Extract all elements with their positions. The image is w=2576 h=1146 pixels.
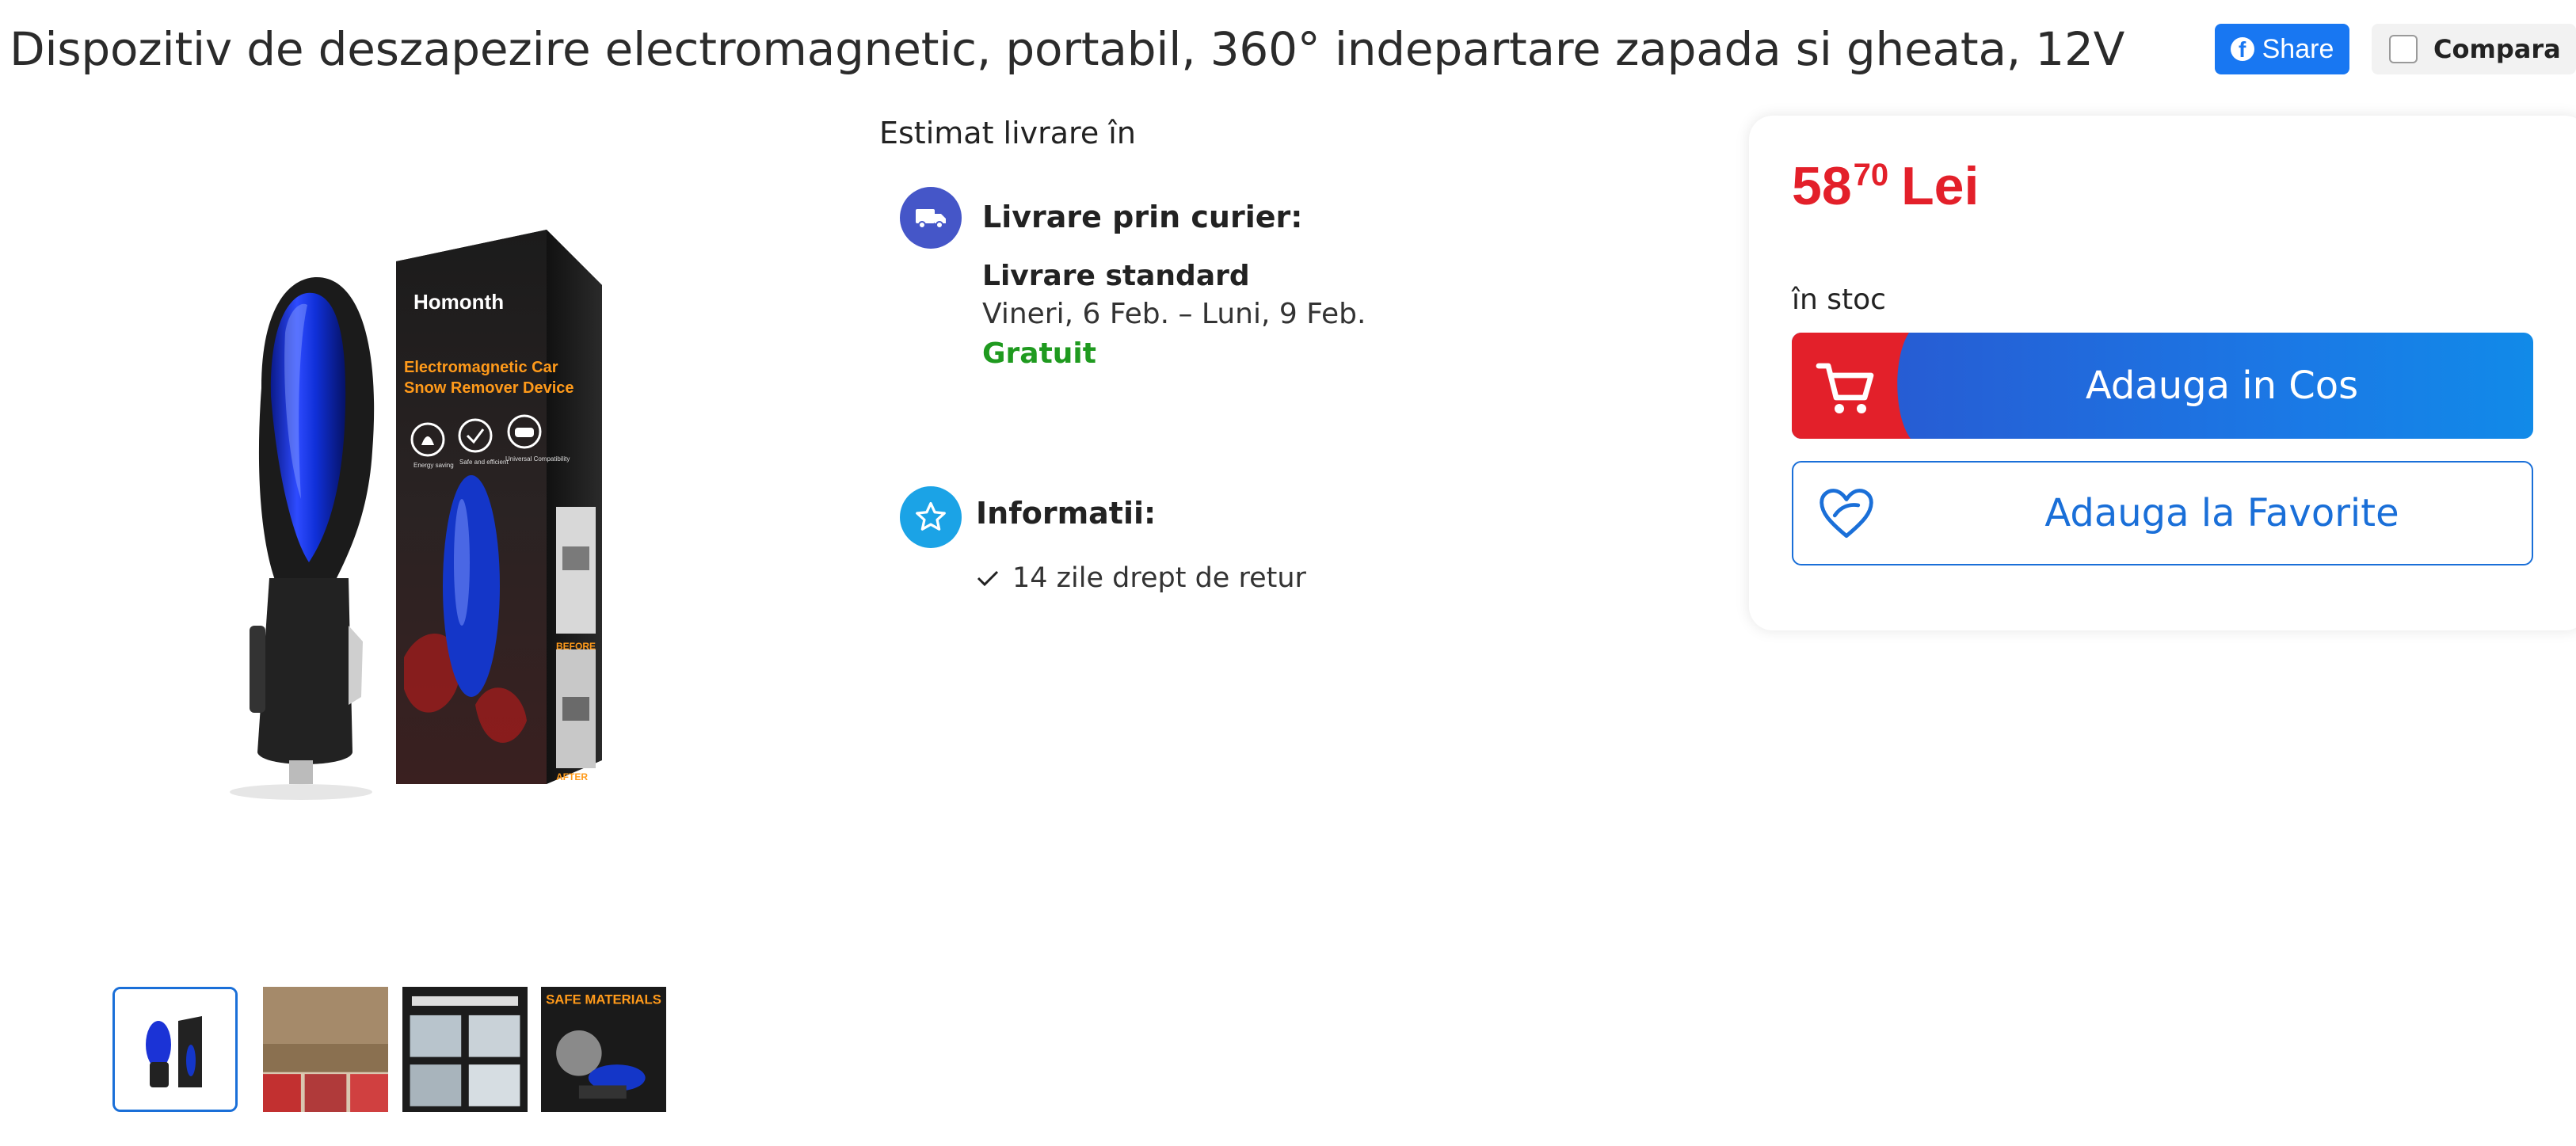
standard-delivery-price: Gratuit [982, 337, 1096, 370]
compare-label: Compara [2433, 34, 2561, 64]
standard-delivery-dates: Vineri, 6 Feb. – Luni, 9 Feb. [982, 298, 1366, 330]
courier-delivery-label: Livrare prin curier: [982, 200, 1303, 234]
box-feature-3: Universal Compatibility [505, 455, 570, 463]
return-policy-row: 14 zile drept de retur [976, 562, 1306, 594]
add-to-cart-button[interactable]: Adauga in Cos [1792, 333, 2533, 439]
delivery-estimate-heading: Estimat livrare în [879, 116, 1136, 150]
thumbnail-4-caption: SAFE MATERIALS [546, 992, 661, 1007]
thumbnail-4-image: SAFE MATERIALS [541, 987, 666, 1112]
product-main-image[interactable]: Homonth Electromagnetic Car Snow Remover… [214, 214, 689, 832]
price-currency: Lei [1901, 156, 1980, 216]
heart-icon [1820, 489, 1873, 539]
price-decimals: 70 [1853, 158, 1889, 192]
star-icon [900, 486, 962, 548]
checkbox-icon[interactable] [2389, 35, 2418, 63]
return-policy-text: 14 zile drept de retur [1012, 562, 1306, 594]
product-price: 5870 Lei [1792, 155, 1979, 217]
thumbnail-3[interactable] [402, 987, 528, 1112]
thumbnail-4[interactable]: SAFE MATERIALS [541, 987, 666, 1112]
stock-status: în stoc [1792, 284, 1886, 316]
cart-icon [1816, 363, 1874, 413]
add-to-favorites-label: Adauga la Favorite [2044, 491, 2399, 535]
truck-icon [900, 187, 962, 249]
thumbnail-1[interactable] [112, 987, 238, 1112]
thumbnail-2[interactable] [263, 987, 388, 1112]
thumbnail-2-image [263, 987, 388, 1112]
add-to-cart-label: Adauga in Cos [2085, 364, 2359, 408]
info-label: Informatii: [976, 496, 1157, 531]
price-integer: 58 [1792, 156, 1852, 216]
thumbnail-1-image [115, 989, 235, 1110]
box-title-line1: Electromagnetic Car [404, 359, 558, 376]
box-after-label: AFTER [556, 771, 588, 782]
box-feature-1: Energy saving [413, 462, 454, 469]
standard-delivery-label: Livrare standard [982, 260, 1250, 292]
facebook-icon: f [2230, 37, 2254, 61]
box-feature-2: Safe and efficient [459, 459, 509, 466]
thumbnail-3-image [402, 987, 528, 1112]
compare-toggle[interactable]: Compara [2372, 24, 2576, 74]
product-illustration: Homonth Electromagnetic Car Snow Remover… [230, 230, 602, 800]
add-to-favorites-button[interactable]: Adauga la Favorite [1792, 461, 2533, 565]
facebook-share-button[interactable]: f Share [2215, 24, 2349, 74]
product-title: Dispozitiv de deszapezire electromagneti… [10, 22, 2125, 76]
share-label: Share [2262, 33, 2334, 64]
check-icon [977, 570, 999, 587]
box-before-label: BEFORE [556, 641, 596, 652]
box-title-line2: Snow Remover Device [404, 379, 574, 397]
box-brand-text: Homonth [413, 290, 504, 314]
